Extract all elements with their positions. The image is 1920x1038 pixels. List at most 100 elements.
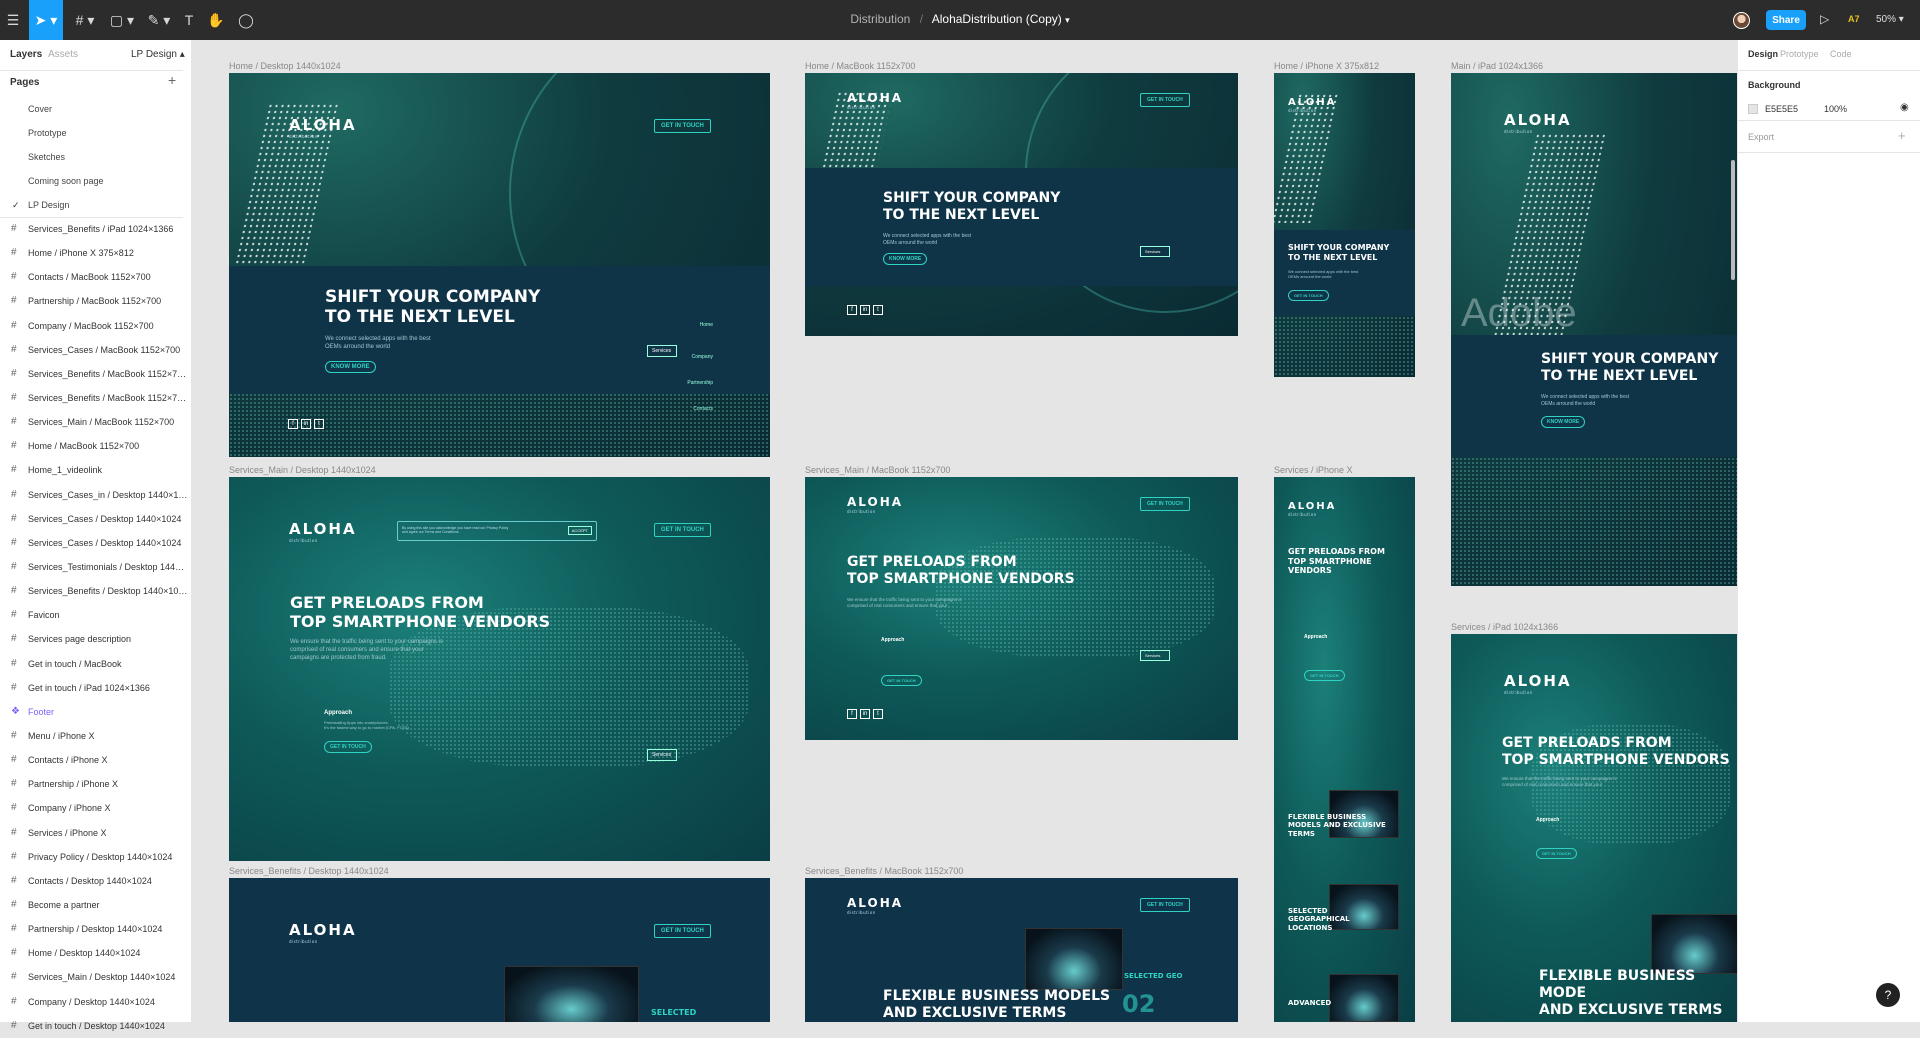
get-in-touch-button[interactable]: GET IN TOUCH: [324, 741, 372, 753]
frame-label[interactable]: Services / iPad 1024x1366: [1451, 622, 1558, 632]
main-menu-icon[interactable]: ☰: [0, 0, 26, 40]
layer-item[interactable]: # Services_Benefits / MacBook 1152×7…: [0, 362, 192, 386]
layer-item[interactable]: # Services_Cases / MacBook 1152×700: [0, 338, 192, 362]
accept-button[interactable]: ACCEPT: [567, 526, 592, 535]
linkedin-icon[interactable]: in: [301, 419, 311, 429]
menu-item-services[interactable]: Services: [1140, 246, 1170, 257]
page-item-coming-soon[interactable]: Coming soon page: [0, 169, 192, 193]
layer-item[interactable]: # Services page description: [0, 627, 192, 651]
avatar[interactable]: [1733, 12, 1750, 29]
layer-item[interactable]: # Services_Main / MacBook 1152×700: [0, 410, 192, 434]
menu-item-services[interactable]: Services: [647, 749, 677, 761]
frame-label[interactable]: Services_Main / MacBook 1152x700: [805, 465, 950, 475]
layer-item[interactable]: # Services_Benefits / iPad 1024×1366: [0, 217, 192, 241]
frame-home-macbook[interactable]: ALOHA distribution GET IN TOUCH SHIFT YOU…: [805, 73, 1238, 336]
frame-services-main-desktop[interactable]: ALOHA distribution By using this site you…: [229, 477, 770, 861]
zoom-level[interactable]: 50% ▾: [1876, 14, 1904, 25]
add-page-icon[interactable]: +: [168, 72, 176, 88]
tab-assets[interactable]: Assets: [48, 49, 78, 60]
layer-item[interactable]: # Contacts / Desktop 1440×1024: [0, 869, 192, 893]
frame-label[interactable]: Home / iPhone X 375x812: [1274, 61, 1379, 71]
layer-item[interactable]: # Company / Desktop 1440×1024: [0, 990, 192, 1014]
layer-item[interactable]: # Get in touch / iPad 1024×1366: [0, 676, 192, 700]
layer-item[interactable]: # Services / iPhone X: [0, 821, 192, 845]
frame-services-iphone[interactable]: ALOHA distribution GET PRELOADS FROM TOP S…: [1274, 477, 1415, 1022]
canvas-scrollbar[interactable]: [1731, 160, 1735, 280]
get-in-touch-button[interactable]: GET IN TOUCH: [1288, 290, 1329, 301]
frame-home-iphone[interactable]: ALOHA distribution SHIFT YOUR COMPANY TO T…: [1274, 73, 1415, 377]
frame-label[interactable]: Main / iPad 1024x1366: [1451, 61, 1543, 71]
get-in-touch-button[interactable]: GET IN TOUCH: [1140, 497, 1190, 511]
project-breadcrumb[interactable]: Distribution: [850, 12, 910, 26]
tab-code[interactable]: Code: [1830, 49, 1852, 59]
facebook-icon[interactable]: f: [288, 419, 298, 429]
frame-services-main-macbook[interactable]: ALOHA distribution GET IN TOUCH GET PRELO…: [805, 477, 1238, 740]
menu-item-services[interactable]: Services: [647, 345, 677, 357]
know-more-button[interactable]: KNOW MORE: [325, 361, 376, 373]
layer-item[interactable]: # Privacy Policy / Desktop 1440×1024: [0, 845, 192, 869]
present-play-icon[interactable]: ▷: [1820, 12, 1829, 26]
know-more-button[interactable]: KNOW MORE: [883, 253, 928, 265]
get-in-touch-button[interactable]: GET IN TOUCH: [881, 675, 922, 686]
visibility-eye-icon[interactable]: ◉: [1900, 102, 1909, 113]
frame-benefits-macbook[interactable]: ALOHA distribution GET IN TOUCH SELECTED …: [805, 878, 1238, 1022]
twitter-icon[interactable]: t: [314, 419, 324, 429]
layer-item[interactable]: # Home / Desktop 1440×1024: [0, 941, 192, 965]
layer-item[interactable]: # Become a partner: [0, 893, 192, 917]
layer-item[interactable]: # Services_Cases_in / Desktop 1440×1…: [0, 483, 192, 507]
frame-label[interactable]: Services_Benefits / MacBook 1152x700: [805, 866, 963, 876]
hand-tool-icon[interactable]: ✋: [205, 0, 227, 40]
layer-item[interactable]: # Partnership / iPhone X: [0, 772, 192, 796]
page-item-cover[interactable]: Cover: [0, 97, 192, 121]
menu-item-home[interactable]: Home: [649, 322, 713, 328]
frame-label[interactable]: Home / Desktop 1440x1024: [229, 61, 341, 71]
layer-item[interactable]: # Services_Main / Desktop 1440×1024: [0, 965, 192, 989]
layer-item[interactable]: # Home / MacBook 1152×700: [0, 434, 192, 458]
help-button[interactable]: ?: [1876, 983, 1900, 1007]
layer-item[interactable]: # Services_Benefits / MacBook 1152×7…: [0, 386, 192, 410]
menu-item-contacts[interactable]: Contacts: [649, 406, 713, 412]
tab-layers[interactable]: Layers: [10, 49, 42, 60]
get-in-touch-button[interactable]: GET IN TOUCH: [1140, 898, 1190, 912]
twitter-icon[interactable]: t: [873, 709, 883, 719]
get-in-touch-button[interactable]: GET IN TOUCH: [1140, 93, 1190, 107]
get-in-touch-button[interactable]: GET IN TOUCH: [1304, 670, 1345, 681]
layer-item[interactable]: # Favicon: [0, 603, 192, 627]
pen-tool-icon[interactable]: ✎ ▾: [142, 0, 176, 40]
layer-item[interactable]: # Get in touch / Desktop 1440×1024: [0, 1014, 192, 1038]
layer-item[interactable]: # Partnership / MacBook 1152×700: [0, 289, 192, 313]
move-tool-icon[interactable]: ➤ ▾: [29, 0, 63, 40]
layer-item[interactable]: # Services_Testimonials / Desktop 144…: [0, 555, 192, 579]
background-color-swatch[interactable]: [1748, 104, 1758, 114]
get-in-touch-button[interactable]: GET IN TOUCH: [654, 119, 711, 133]
get-in-touch-button[interactable]: GET IN TOUCH: [1536, 848, 1577, 859]
document-title[interactable]: AlohaDistribution (Copy): [932, 12, 1062, 26]
design-canvas[interactable]: Home / Desktop 1440x1024 ALOHA distributi…: [193, 40, 1737, 1022]
frame-home-desktop[interactable]: ALOHA distribution GET IN TOUCH SHIFT YOU…: [229, 73, 770, 457]
layer-item[interactable]: # Services_Cases / Desktop 1440×1024: [0, 531, 192, 555]
layer-item[interactable]: # Home_1_videolink: [0, 458, 192, 482]
layer-item[interactable]: # Services_Benefits / Desktop 1440×10…: [0, 579, 192, 603]
add-export-icon[interactable]: +: [1898, 128, 1906, 143]
menu-item-partnership[interactable]: Partnership: [649, 380, 713, 386]
layer-item[interactable]: # Get in touch / MacBook: [0, 652, 192, 676]
tab-prototype[interactable]: Prototype: [1780, 49, 1819, 59]
comment-tool-icon[interactable]: ◯: [235, 0, 257, 40]
share-button[interactable]: Share: [1766, 10, 1806, 30]
layer-item[interactable]: # Company / MacBook 1152×700: [0, 314, 192, 338]
page-item-prototype[interactable]: Prototype: [0, 121, 192, 145]
layer-item[interactable]: # Contacts / iPhone X: [0, 748, 192, 772]
layer-item[interactable]: # Services_Cases / Desktop 1440×1024: [0, 507, 192, 531]
multiplayer-badge[interactable]: A7: [1848, 14, 1860, 24]
linkedin-icon[interactable]: in: [860, 305, 870, 315]
frame-label[interactable]: Services / iPhone X: [1274, 465, 1353, 475]
shape-tool-icon[interactable]: ▢ ▾: [105, 0, 139, 40]
frame-benefits-desktop[interactable]: ALOHA distribution GET IN TOUCH SELECTED: [229, 878, 770, 1022]
menu-item-services[interactable]: Services: [1140, 650, 1170, 661]
layer-item[interactable]: # Partnership / Desktop 1440×1024: [0, 917, 192, 941]
layer-item[interactable]: # Company / iPhone X: [0, 796, 192, 820]
layer-item[interactable]: # Contacts / MacBook 1152×700: [0, 265, 192, 289]
frame-label[interactable]: Home / MacBook 1152x700: [805, 61, 915, 71]
current-page-selector[interactable]: LP Design ▴: [131, 49, 185, 60]
layer-item[interactable]: # Home / iPhone X 375×812: [0, 241, 192, 265]
